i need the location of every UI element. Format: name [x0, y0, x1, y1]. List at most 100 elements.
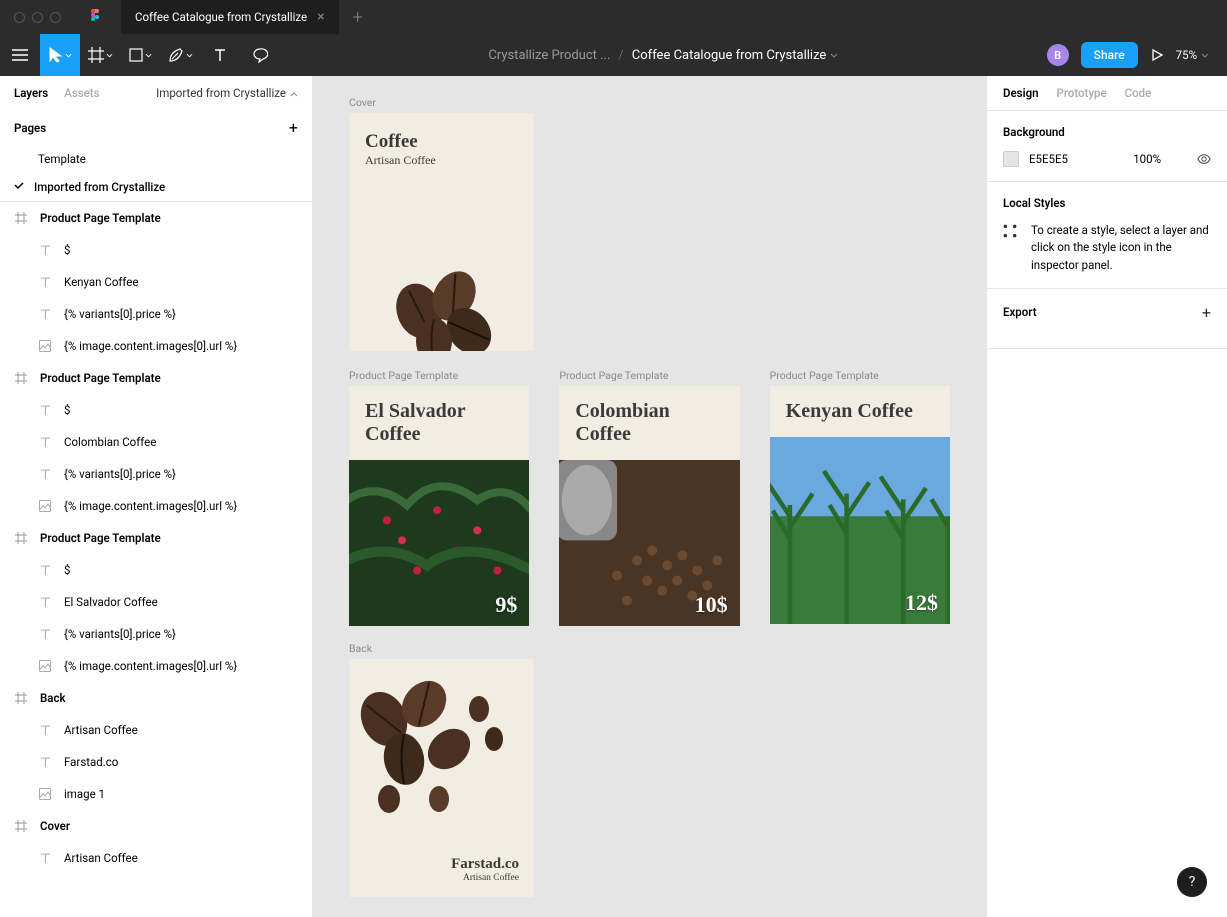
- breadcrumb-parent[interactable]: Crystallize Product ...: [488, 48, 610, 63]
- product-price: 10$: [695, 592, 728, 618]
- background-opacity[interactable]: 100%: [1133, 152, 1161, 166]
- layer-text[interactable]: $: [0, 394, 312, 426]
- layer-image[interactable]: {% image.content.images[0].url %}: [0, 490, 312, 522]
- layer-image[interactable]: image 1: [0, 778, 312, 810]
- layer-frame[interactable]: Product Page Template: [0, 362, 312, 394]
- layer-text[interactable]: {% variants[0].price %}: [0, 458, 312, 490]
- breadcrumb: Crystallize Product ... / Coffee Catalog…: [280, 48, 1047, 63]
- image-icon: [38, 339, 52, 353]
- color-swatch[interactable]: [1003, 151, 1019, 167]
- tab-prototype[interactable]: Prototype: [1057, 86, 1107, 100]
- coffee-beans-icon: [379, 241, 519, 351]
- add-export-button[interactable]: +: [1202, 303, 1211, 322]
- layer-frame[interactable]: Cover: [0, 810, 312, 842]
- close-tab-icon[interactable]: ×: [317, 9, 324, 25]
- product-frame[interactable]: Product Page Template Colombian Coffee 1…: [559, 369, 739, 624]
- page-item-template[interactable]: Template: [0, 145, 312, 173]
- cover-frame[interactable]: Coffee Artisan Coffee: [349, 113, 533, 351]
- layer-text[interactable]: Kenyan Coffee: [0, 266, 312, 298]
- add-page-button[interactable]: +: [289, 118, 298, 137]
- text-icon: [38, 307, 52, 321]
- image-icon: [38, 787, 52, 801]
- frame-icon: [14, 211, 28, 225]
- layer-image[interactable]: {% image.content.images[0].url %}: [0, 650, 312, 682]
- move-tool[interactable]: [40, 34, 80, 76]
- layer-text[interactable]: $: [0, 554, 312, 586]
- frame-icon: [14, 371, 28, 385]
- frame-label-back[interactable]: Back: [349, 642, 950, 655]
- product-frame[interactable]: Product Page Template Kenyan Coffee 12$: [770, 369, 950, 624]
- visibility-icon[interactable]: [1197, 152, 1211, 166]
- text-icon: [38, 595, 52, 609]
- tab-design[interactable]: Design: [1003, 86, 1039, 100]
- layer-frame[interactable]: Product Page Template: [0, 522, 312, 554]
- tab-assets[interactable]: Assets: [64, 86, 99, 100]
- frame-label-cover[interactable]: Cover: [349, 96, 950, 109]
- product-price: 9$: [495, 592, 517, 618]
- right-panel: Design Prototype Code Background E5E5E5 …: [986, 76, 1227, 917]
- comment-tool[interactable]: [240, 34, 280, 76]
- breadcrumb-separator: /: [618, 48, 623, 63]
- frame-label[interactable]: Product Page Template: [559, 369, 739, 382]
- add-tab-button[interactable]: +: [339, 7, 377, 28]
- background-hex[interactable]: E5E5E5: [1029, 152, 1089, 166]
- export-section[interactable]: Export+: [987, 289, 1227, 349]
- figma-icon[interactable]: [87, 9, 103, 25]
- layer-text[interactable]: Artisan Coffee: [0, 714, 312, 746]
- layer-frame[interactable]: Product Page Template: [0, 202, 312, 234]
- left-panel: Layers Assets Imported from Crystallize …: [0, 76, 313, 917]
- pen-tool[interactable]: [160, 34, 200, 76]
- tab-layers[interactable]: Layers: [14, 86, 48, 100]
- layer-text[interactable]: $: [0, 234, 312, 266]
- minimize-window-icon[interactable]: [32, 12, 43, 23]
- frame-label[interactable]: Product Page Template: [349, 369, 529, 382]
- coffee-beans-icon: [349, 669, 519, 829]
- background-row[interactable]: E5E5E5 100%: [1003, 151, 1211, 167]
- text-icon: [38, 435, 52, 449]
- text-icon: [38, 851, 52, 865]
- layer-text[interactable]: Farstad.co: [0, 746, 312, 778]
- product-title: El Salvador Coffee: [365, 400, 513, 446]
- layer-frame[interactable]: Back: [0, 682, 312, 714]
- close-window-icon[interactable]: [14, 12, 25, 23]
- frame-tool[interactable]: [80, 34, 120, 76]
- product-image: 9$: [349, 460, 529, 626]
- image-icon: [38, 659, 52, 673]
- product-title: Colombian Coffee: [575, 400, 723, 446]
- back-frame[interactable]: Farstad.co Artisan Coffee: [349, 659, 533, 897]
- text-tool[interactable]: [200, 34, 240, 76]
- breadcrumb-current[interactable]: Coffee Catalogue from Crystallize: [632, 48, 839, 63]
- tab-code[interactable]: Code: [1125, 86, 1152, 100]
- window-controls: [0, 12, 75, 23]
- menu-button[interactable]: [0, 34, 40, 76]
- product-image: 10$: [559, 460, 739, 626]
- shape-tool[interactable]: [120, 34, 160, 76]
- layer-text[interactable]: {% variants[0].price %}: [0, 618, 312, 650]
- layers-list: Product Page Template $ Kenyan Coffee {%…: [0, 201, 312, 917]
- frame-label[interactable]: Product Page Template: [770, 369, 950, 382]
- share-button[interactable]: Share: [1081, 42, 1138, 68]
- layer-text[interactable]: Artisan Coffee: [0, 842, 312, 874]
- chevron-up-icon: [290, 86, 298, 100]
- layer-text[interactable]: El Salvador Coffee: [0, 586, 312, 618]
- text-icon: [38, 627, 52, 641]
- background-header: Background: [1003, 125, 1211, 139]
- zoom-level[interactable]: 75%: [1176, 48, 1209, 62]
- layer-image[interactable]: {% image.content.images[0].url %}: [0, 330, 312, 362]
- cover-title: Coffee: [365, 131, 517, 153]
- left-panel-tabs: Layers Assets Imported from Crystallize: [0, 76, 312, 110]
- frame-icon: [14, 531, 28, 545]
- present-button[interactable]: [1150, 34, 1164, 76]
- layer-text[interactable]: {% variants[0].price %}: [0, 298, 312, 330]
- product-frame[interactable]: Product Page Template El Salvador Coffee…: [349, 369, 529, 624]
- chevron-down-icon: [830, 48, 838, 63]
- help-button[interactable]: ?: [1177, 867, 1207, 897]
- maximize-window-icon[interactable]: [50, 12, 61, 23]
- layer-text[interactable]: Colombian Coffee: [0, 426, 312, 458]
- page-selector[interactable]: Imported from Crystallize: [156, 86, 298, 100]
- canvas[interactable]: Cover Coffee Artisan Coffee Product Page…: [313, 76, 986, 917]
- avatar[interactable]: B: [1047, 44, 1069, 66]
- background-section: Background E5E5E5 100%: [987, 111, 1227, 182]
- page-item-imported[interactable]: Imported from Crystallize: [0, 173, 312, 201]
- file-tab[interactable]: Coffee Catalogue from Crystallize ×: [121, 0, 339, 34]
